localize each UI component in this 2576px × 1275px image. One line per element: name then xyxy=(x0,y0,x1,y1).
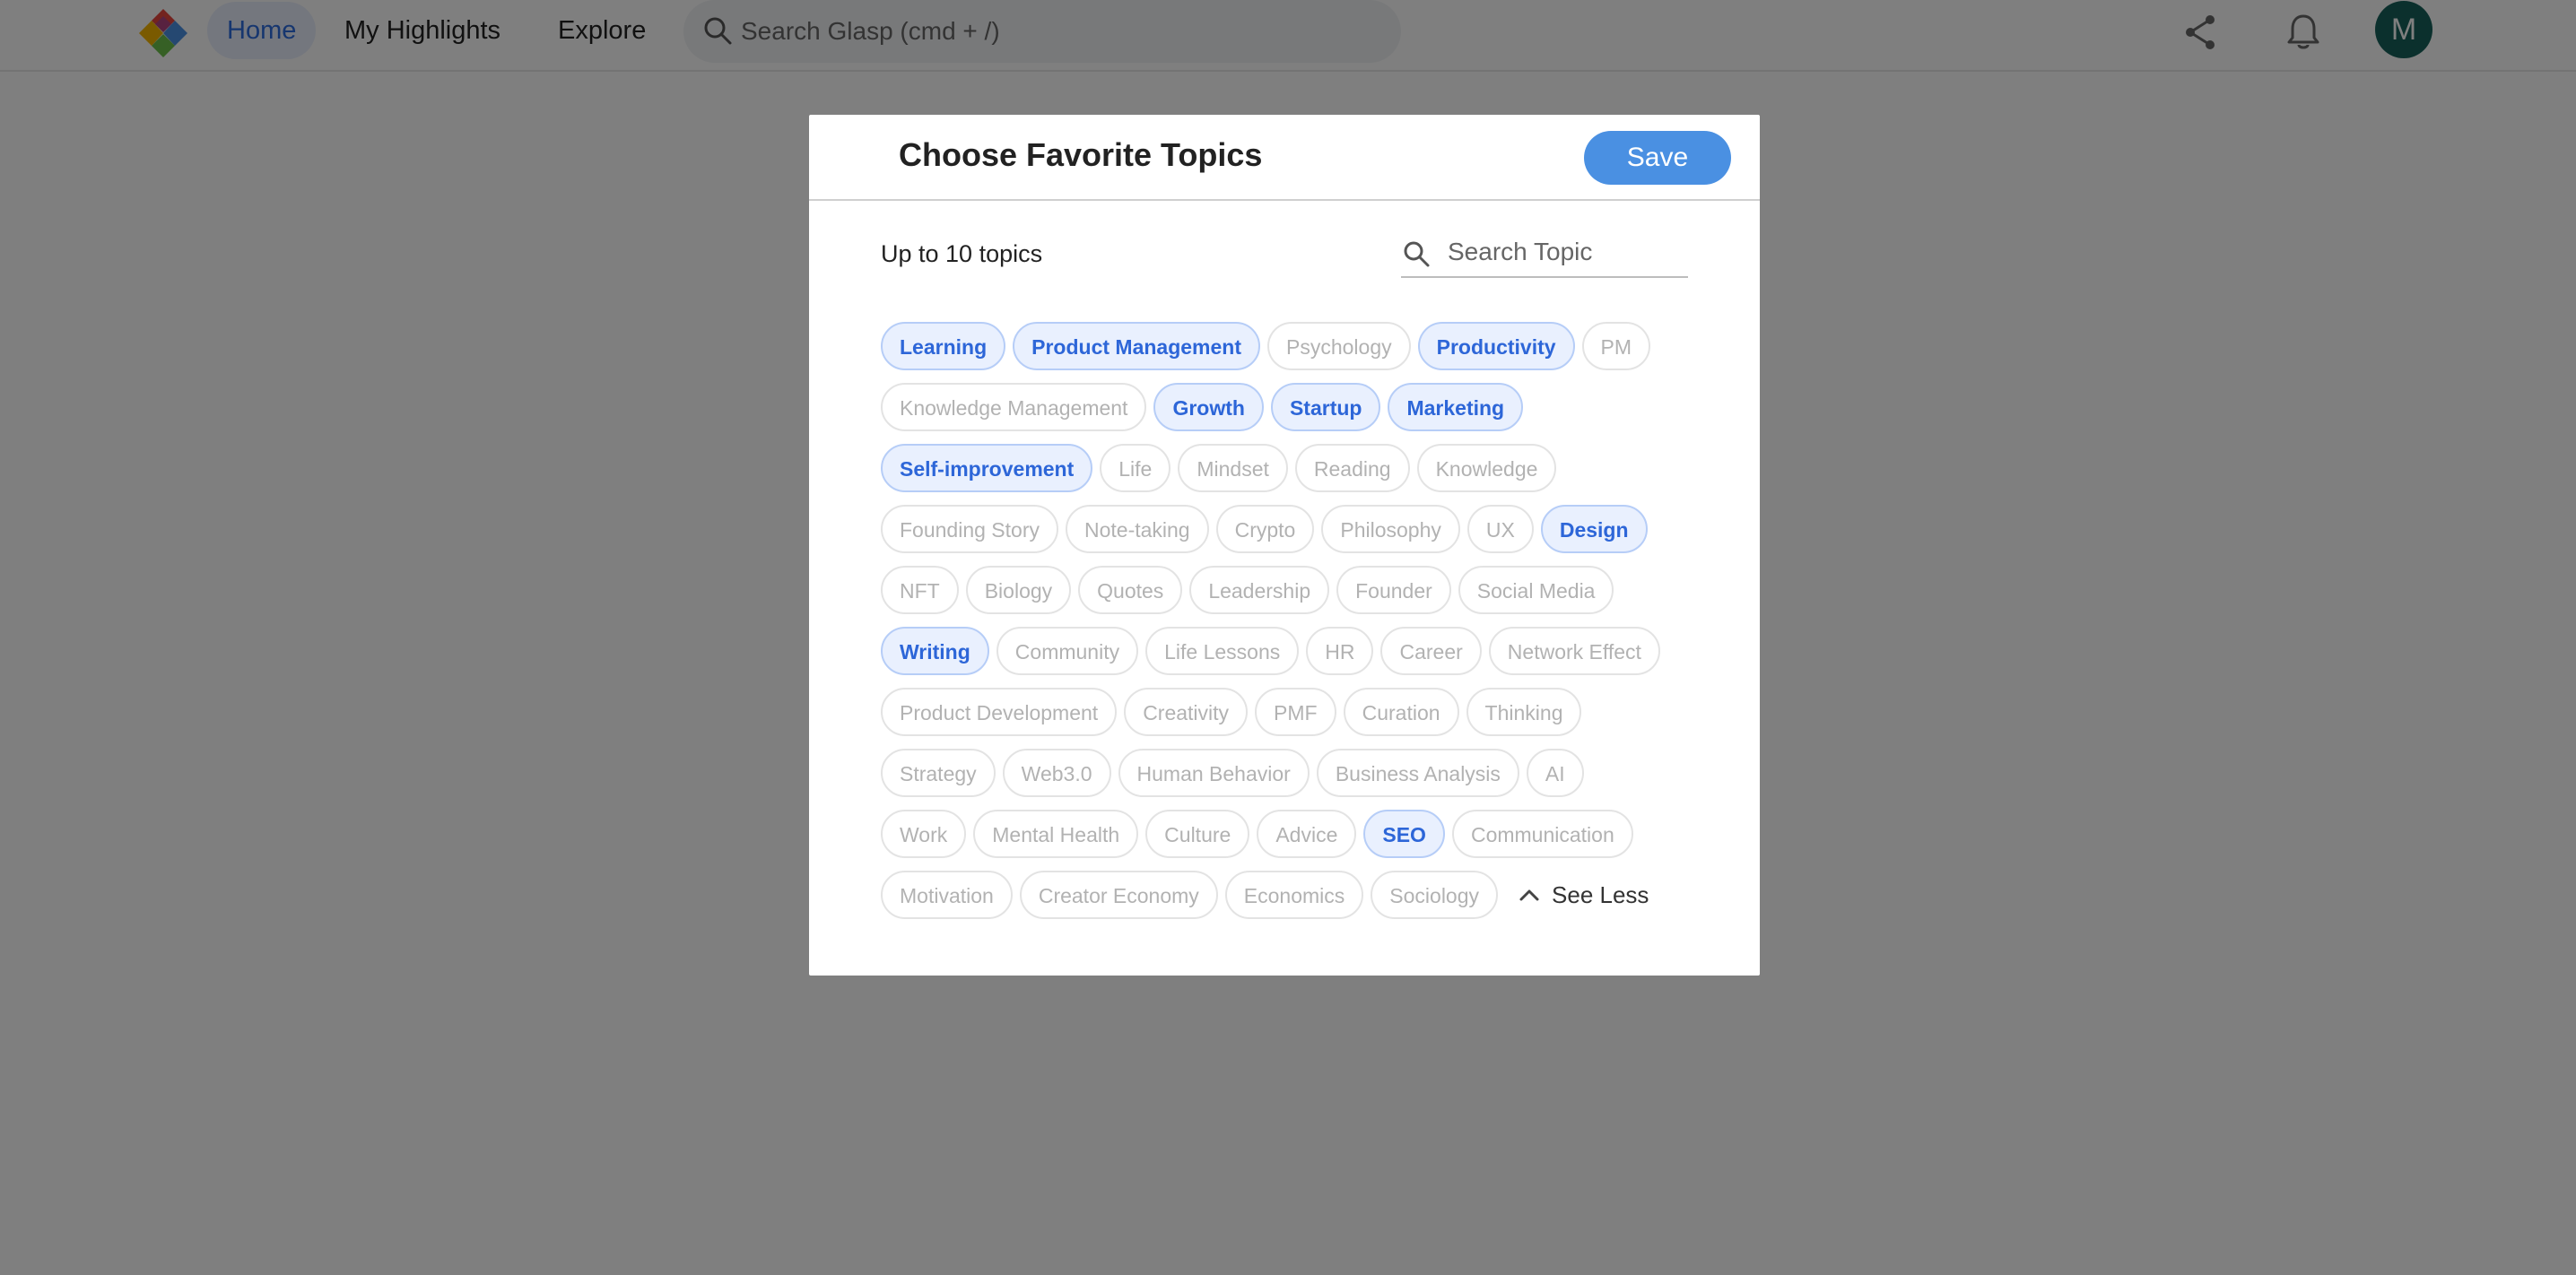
topic-chip[interactable]: Founding Story xyxy=(881,505,1058,553)
choose-topics-modal: Choose Favorite Topics Save Up to 10 top… xyxy=(809,115,1760,976)
topic-chip[interactable]: Life xyxy=(1100,444,1171,492)
topic-chip[interactable]: SEO xyxy=(1363,810,1445,858)
topic-chip[interactable]: Culture xyxy=(1145,810,1250,858)
topic-chip[interactable]: Network Effect xyxy=(1488,627,1660,675)
topic-chip[interactable]: Sociology xyxy=(1371,871,1499,919)
topic-chip[interactable]: Growth xyxy=(1153,383,1264,431)
topic-chip[interactable]: PMF xyxy=(1255,688,1336,736)
topic-chip[interactable]: Work xyxy=(881,810,967,858)
topic-chip[interactable]: Community xyxy=(996,627,1139,675)
topic-chip[interactable]: Social Media xyxy=(1458,566,1614,614)
topic-chip[interactable]: Creativity xyxy=(1124,688,1249,736)
topic-chip[interactable]: Web3.0 xyxy=(1002,749,1111,797)
topic-chip[interactable]: Psychology xyxy=(1267,322,1411,370)
topic-chip[interactable]: Economics xyxy=(1224,871,1364,919)
topic-chip[interactable]: Knowledge xyxy=(1416,444,1557,492)
topic-chip[interactable]: UX xyxy=(1466,505,1534,553)
modal-header: Choose Favorite Topics Save xyxy=(809,115,1760,201)
topic-chip-row: Work Mental Health Culture Advice SEO Communi… xyxy=(881,809,1706,859)
topic-chip[interactable]: Knowledge Management xyxy=(881,383,1147,431)
topic-chip[interactable]: Human Behavior xyxy=(1118,749,1310,797)
topic-chip[interactable]: Quotes xyxy=(1078,566,1183,614)
topic-chip-row: Motivation Creator Economy Economics Sociol… xyxy=(881,870,1706,920)
topic-chip[interactable]: Communication xyxy=(1451,810,1633,858)
topic-chip[interactable]: Advice xyxy=(1257,810,1357,858)
topic-chip[interactable]: Creator Economy xyxy=(1019,871,1218,919)
save-button[interactable]: Save xyxy=(1584,131,1731,185)
search-icon xyxy=(1404,241,1430,267)
topic-chip-row: Founding Story Note-taking Crypto Philosoph… xyxy=(881,504,1706,554)
topic-chip[interactable]: Strategy xyxy=(881,749,996,797)
topic-chip[interactable]: Philosophy xyxy=(1321,505,1460,553)
topic-chip[interactable]: Motivation xyxy=(881,871,1013,919)
topic-chip[interactable]: Mindset xyxy=(1178,444,1288,492)
topic-chip[interactable]: Leadership xyxy=(1189,566,1330,614)
topic-search[interactable] xyxy=(1401,228,1688,278)
topic-chip[interactable]: Self-improvement xyxy=(881,444,1093,492)
topic-chip[interactable]: Biology xyxy=(965,566,1072,614)
topic-chip[interactable]: Career xyxy=(1380,627,1482,675)
topic-chip[interactable]: Founder xyxy=(1336,566,1451,614)
topic-chip[interactable]: Marketing xyxy=(1388,383,1524,431)
topic-chip-row: Product Development Creativity PMF Curation… xyxy=(881,687,1706,737)
topic-chip[interactable]: Business Analysis xyxy=(1316,749,1519,797)
topic-chip-row: NFT Biology Quotes Leadership Founder Social … xyxy=(881,565,1706,615)
topic-chip-row: Strategy Web3.0 Human Behavior Business Ana… xyxy=(881,748,1706,798)
see-less-label: See Less xyxy=(1552,880,1649,908)
topic-chip[interactable]: Life Lessons xyxy=(1145,627,1300,675)
see-less-button[interactable]: See Less xyxy=(1518,871,1649,919)
topic-chip[interactable]: Product Management xyxy=(1013,322,1260,370)
topic-chip[interactable]: Thinking xyxy=(1466,688,1582,736)
topic-chip[interactable]: Design xyxy=(1540,505,1648,553)
topic-chip[interactable]: NFT xyxy=(881,566,959,614)
topic-chip[interactable]: Crypto xyxy=(1215,505,1315,553)
topic-chip[interactable]: Writing xyxy=(881,627,989,675)
topic-chip[interactable]: HR xyxy=(1306,627,1374,675)
topic-chip-row: Learning Product Management Psychology Prod… xyxy=(881,321,1706,371)
topic-chip[interactable]: AI xyxy=(1526,749,1584,797)
topic-chip-row: Self-improvement Life Mindset Reading Knowle… xyxy=(881,443,1706,493)
topic-search-input[interactable] xyxy=(1446,233,1683,271)
topic-chip[interactable]: Startup xyxy=(1270,383,1381,431)
topic-chip[interactable]: Productivity xyxy=(1417,322,1575,370)
topic-chip-row: Knowledge Management Growth Startup Marketi… xyxy=(881,382,1706,432)
topic-chip[interactable]: Curation xyxy=(1343,688,1459,736)
topic-chip[interactable]: PM xyxy=(1581,322,1651,370)
chevron-up-icon xyxy=(1519,889,1539,901)
topic-limit-text: Up to 10 topics xyxy=(881,240,1043,267)
topic-chip[interactable]: Product Development xyxy=(881,688,1118,736)
topic-chip[interactable]: Reading xyxy=(1294,444,1410,492)
modal-title: Choose Favorite Topics xyxy=(899,136,1263,173)
topic-chip[interactable]: Learning xyxy=(881,322,1006,370)
topic-chip[interactable]: Note-taking xyxy=(1065,505,1209,553)
topic-chip-row: Writing Community Life Lessons HR Career Netw… xyxy=(881,626,1706,676)
topic-chip-list: Learning Product Management Psychology Prod… xyxy=(881,321,1706,931)
topic-chip[interactable]: Mental Health xyxy=(973,810,1139,858)
